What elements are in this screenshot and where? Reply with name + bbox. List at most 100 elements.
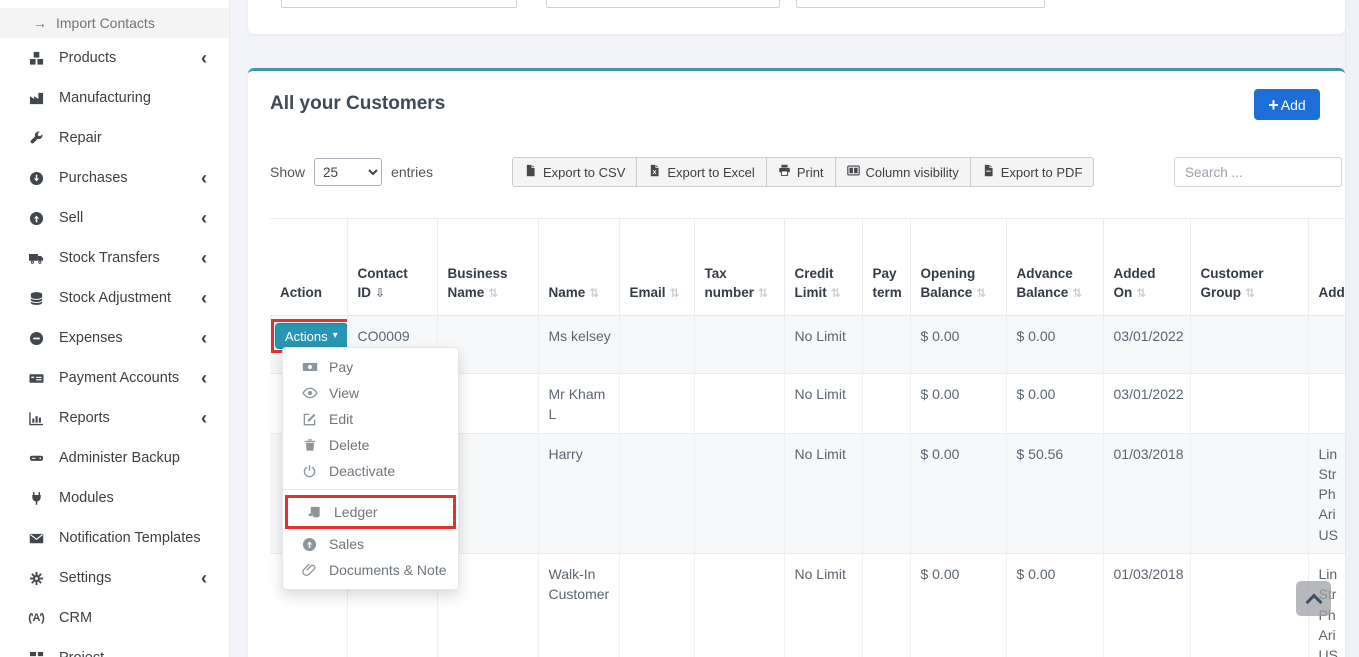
cell-opening-balance: $ 0.00 [910, 433, 1006, 553]
sidebar-item-label: Repair [59, 130, 102, 146]
industry-icon [26, 91, 46, 106]
cell-opening-balance: $ 0.00 [910, 316, 1006, 374]
sidebar-item-repair[interactable]: Repair [0, 118, 229, 158]
column-visibility-button[interactable]: Column visibility [835, 157, 971, 187]
sidebar-item-reports[interactable]: Reports ‹ [0, 398, 229, 438]
sidebar-item-label: Stock Adjustment [59, 290, 171, 306]
sidebar-item-label: Import Contacts [56, 15, 155, 31]
sidebar-item-purchases[interactable]: Purchases ‹ [0, 158, 229, 198]
sidebar-item-administer-backup[interactable]: Administer Backup [0, 438, 229, 478]
gear-icon [26, 571, 46, 586]
cell-name: Mr Kham L [538, 374, 619, 434]
menu-item-view[interactable]: View [283, 380, 458, 406]
chevron-left-icon: ‹ [201, 329, 207, 347]
sidebar-item-products[interactable]: Products ‹ [0, 38, 229, 78]
col-header-customer-group[interactable]: Customer Group⇅ [1190, 219, 1308, 316]
caret-down-icon: ▾ [333, 331, 338, 341]
scroll-to-top-button[interactable] [1296, 581, 1331, 616]
sidebar-item-sell[interactable]: Sell ‹ [0, 198, 229, 238]
menu-divider [283, 489, 458, 490]
sidebar-item-label: Manufacturing [59, 90, 151, 106]
cell-customer-group [1190, 554, 1308, 657]
filter-input-2[interactable] [546, 0, 780, 8]
sidebar-item-stock-transfers[interactable]: Stock Transfers ‹ [0, 238, 229, 278]
menu-item-ledger[interactable]: Ledger [288, 499, 453, 525]
chevron-left-icon: ‹ [201, 289, 207, 307]
cell-credit-limit: No Limit [784, 316, 862, 374]
menu-item-pay[interactable]: Pay [283, 354, 458, 380]
cell-name: Harry [538, 433, 619, 553]
cell-pay-term [862, 374, 910, 434]
col-header-added-on[interactable]: Added On⇅ [1103, 219, 1190, 316]
cell-address [1308, 374, 1345, 434]
page-root: → Import Contacts Products ‹ Manufacturi… [0, 0, 1359, 657]
arrow-right-icon: → [33, 15, 47, 31]
search-input[interactable] [1174, 157, 1342, 187]
menu-item-edit[interactable]: Edit [283, 406, 458, 432]
filter-input-1[interactable] [281, 0, 517, 8]
filter-card-bottom [248, 0, 1345, 34]
cell-tax-number [694, 433, 784, 553]
col-header-name[interactable]: Name⇅ [538, 219, 619, 316]
export-excel-button[interactable]: Export to Excel [636, 157, 766, 187]
cell-pay-term [862, 316, 910, 374]
sidebar-item-settings[interactable]: Settings ‹ [0, 558, 229, 598]
money-bill-icon [301, 359, 318, 375]
print-button[interactable]: Print [766, 157, 836, 187]
col-header-pay-term[interactable]: Pay term [862, 219, 910, 316]
col-header-advance-balance[interactable]: Advance Balance⇅ [1006, 219, 1103, 316]
cell-email [619, 433, 694, 553]
col-header-credit-limit[interactable]: Credit Limit⇅ [784, 219, 862, 316]
col-header-business-name[interactable]: Business Name⇅ [437, 219, 538, 316]
menu-item-documents-note[interactable]: Documents & Note [283, 557, 458, 583]
bar-chart-icon [26, 411, 46, 426]
envelope-icon [26, 531, 46, 546]
sidebar-item-label: Notification Templates [59, 530, 201, 546]
sidebar-item-crm[interactable]: ('A') CRM [0, 598, 229, 638]
col-header-contact-id[interactable]: Contact ID⇩ [347, 219, 437, 316]
sidebar-item-payment-accounts[interactable]: Payment Accounts ‹ [0, 358, 229, 398]
menu-item-delete[interactable]: Delete [283, 432, 458, 458]
page-length-control: Show 25 entries [270, 157, 433, 187]
col-header-opening-balance[interactable]: Opening Balance⇅ [910, 219, 1006, 316]
sidebar-item-manufacturing[interactable]: Manufacturing [0, 78, 229, 118]
sales-arrow-circle-up-icon [301, 537, 318, 552]
menu-item-sales[interactable]: Sales [283, 531, 458, 557]
sidebar-item-expenses[interactable]: Expenses ‹ [0, 318, 229, 358]
sidebar-item-modules[interactable]: Modules [0, 478, 229, 518]
page-size-select[interactable]: 25 [314, 158, 382, 186]
sidebar-item-notification-templates[interactable]: Notification Templates [0, 518, 229, 558]
minus-circle-icon [26, 331, 46, 346]
export-pdf-button[interactable]: Export to PDF [970, 157, 1095, 187]
menu-item-deactivate[interactable]: Deactivate [283, 458, 458, 484]
page-title: All your Customers [270, 93, 445, 115]
cell-opening-balance: $ 0.00 [910, 554, 1006, 657]
cell-tax-number [694, 554, 784, 657]
sort-icon: ⇅ [831, 286, 840, 300]
power-icon [301, 464, 318, 479]
export-csv-button[interactable]: Export to CSV [512, 157, 637, 187]
cell-tax-number [694, 316, 784, 374]
arrow-circle-up-icon [26, 211, 46, 226]
col-header-address[interactable]: Address [1308, 219, 1345, 316]
sidebar-item-label: Sell [59, 210, 83, 226]
cell-email [619, 554, 694, 657]
col-header-email[interactable]: Email⇅ [619, 219, 694, 316]
cell-email [619, 374, 694, 434]
add-button[interactable]: + Add [1254, 89, 1320, 120]
sort-icon: ⇅ [976, 286, 985, 300]
cell-added-on: 03/01/2022 [1103, 374, 1190, 434]
filter-input-3[interactable] [796, 0, 1045, 8]
show-label: Show [270, 164, 305, 180]
chevron-left-icon: ‹ [201, 249, 207, 267]
sidebar-item-label: Expenses [59, 330, 123, 346]
col-header-tax-number[interactable]: Tax number⇅ [694, 219, 784, 316]
page-scrollbar[interactable] [1345, 0, 1359, 657]
sort-icon: ⇅ [488, 286, 497, 300]
sidebar-item-stock-adjustment[interactable]: Stock Adjustment ‹ [0, 278, 229, 318]
cell-customer-group [1190, 316, 1308, 374]
eye-icon [301, 385, 318, 401]
sidebar-item-project[interactable]: Project [0, 638, 229, 657]
sidebar-item-import-contacts[interactable]: → Import Contacts [0, 8, 229, 38]
actions-button[interactable]: Actions ▾ [275, 323, 347, 349]
